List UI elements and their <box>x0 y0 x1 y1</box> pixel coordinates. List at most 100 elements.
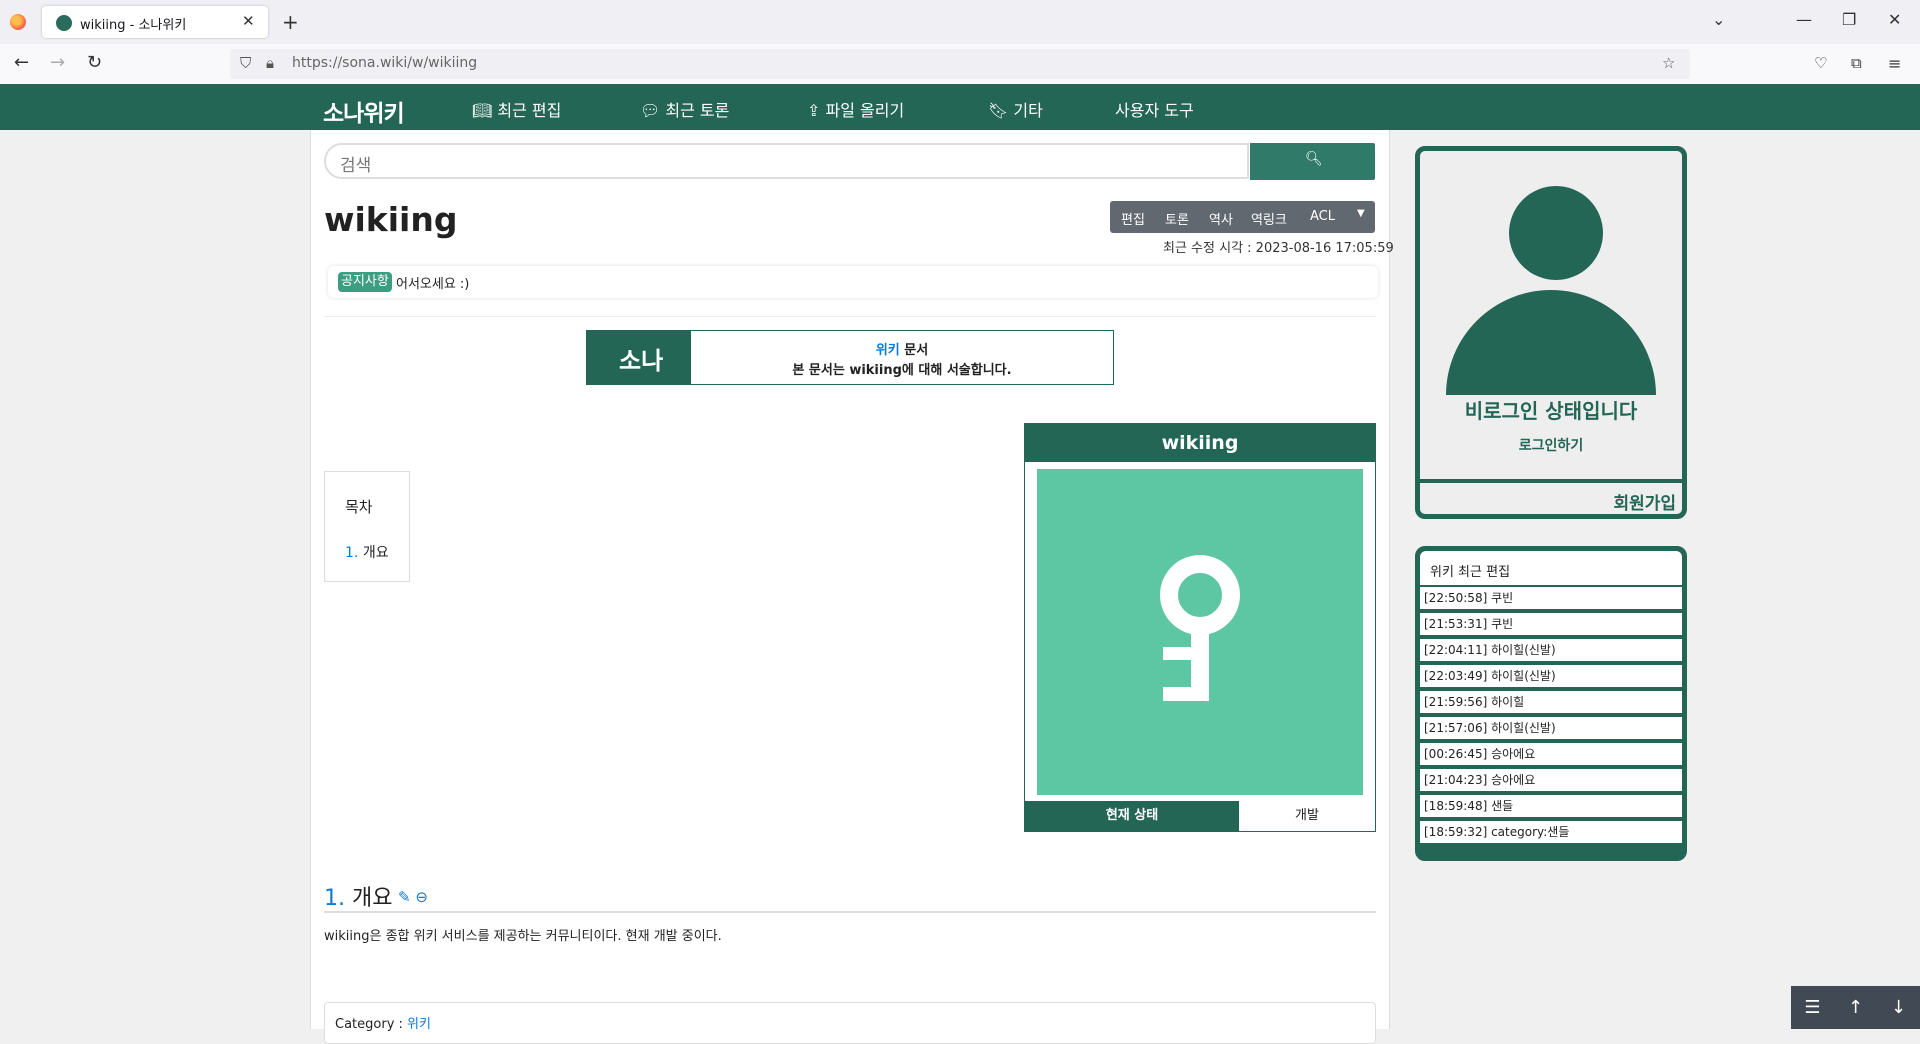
signup-link[interactable]: 회원가입 <box>1420 489 1676 514</box>
category-box: Category : 위키 <box>324 1002 1376 1044</box>
banner-line-1-rest: 문서 <box>899 343 929 358</box>
comments-icon: 💬︎ <box>640 101 661 120</box>
browser-nav-bar: ← → ↻ ⛉ 🔒︎ https://sona.wiki/w/wikiing ☆… <box>0 44 1920 85</box>
close-tab-icon[interactable]: ✕ <box>242 12 255 30</box>
section-heading: 1. 개요 <box>324 880 392 912</box>
menu-icon[interactable]: ≡ <box>1888 54 1901 73</box>
search-placeholder: 검색 <box>340 156 372 176</box>
toc-toggle-icon[interactable]: ☰ <box>1791 986 1834 1029</box>
acl-button[interactable]: ACL <box>1310 209 1335 224</box>
search-icon: 🔍︎ <box>1305 151 1323 167</box>
toc-item-number[interactable]: 1. <box>345 545 358 561</box>
url-text[interactable]: https://sona.wiki/w/wikiing <box>292 55 477 71</box>
section-divider <box>324 911 1376 913</box>
recent-edit-item[interactable]: [22:03:49] 하이힐(신발) <box>1420 665 1682 687</box>
menu-label: 최근 편집 <box>497 101 562 120</box>
lock-icon[interactable]: 🔒︎ <box>266 54 274 72</box>
table-of-contents: 목차 1. 개요 <box>324 471 410 582</box>
section-tools: ✎ ⊖ <box>398 888 428 906</box>
browser-tab-bar: wikiing - 소나위키 ✕ + ⌄ — ❐ ✕ <box>0 0 1920 44</box>
pencil-icon[interactable]: ✎ <box>398 888 411 906</box>
profile-divider <box>1420 479 1682 483</box>
recent-edit-item[interactable]: [21:57:06] 하이힐(신발) <box>1420 717 1682 739</box>
login-link[interactable]: 로그인하기 <box>1420 435 1682 455</box>
bookmark-star-icon[interactable]: ☆ <box>1662 54 1675 72</box>
site-favicon-icon <box>56 15 72 31</box>
recent-edit-item[interactable]: [18:59:32] category:샌들 <box>1420 821 1682 843</box>
restore-icon[interactable]: ❐ <box>1842 10 1856 29</box>
notice-bar: 공지사항 어서오세요 :) <box>328 266 1378 298</box>
section-body: wikiing은 종합 위키 서비스를 제공하는 커뮤니티이다. 현재 개발 중… <box>324 929 722 944</box>
infobox-title: wikiing <box>1025 424 1375 462</box>
recent-edit-item[interactable]: [22:50:58] 쿠빈 <box>1420 587 1682 609</box>
banner-line-1: 위키 문서 <box>691 339 1113 358</box>
new-tab-icon[interactable]: + <box>282 10 299 34</box>
extensions-icon[interactable]: ⧉ <box>1851 54 1862 72</box>
scroll-down-icon[interactable]: ↓ <box>1877 986 1920 1029</box>
page-toolbar: 편집 토론 역사 역링크 ACL ▼ <box>1110 201 1375 233</box>
key-icon <box>1160 555 1240 701</box>
menu-recent-edits[interactable]: 📖︎ 최근 편집 <box>472 97 561 121</box>
recent-edit-item[interactable]: [00:26:45] 승아에요 <box>1420 743 1682 765</box>
recent-edits-title: 위키 최근 편집 <box>1420 551 1682 585</box>
bookmark-icon: 🔖︎ <box>988 101 1009 120</box>
wiki-link[interactable]: 위키 <box>876 343 900 358</box>
menu-label: 사용자 도구 <box>1115 101 1194 120</box>
edit-button[interactable]: 편집 <box>1121 209 1145 228</box>
banner-logo-box: 소나 <box>587 331 691 384</box>
upload-icon: ⇪ <box>807 101 821 120</box>
divider <box>324 316 1376 317</box>
backlinks-button[interactable]: 역링크 <box>1251 209 1287 228</box>
recent-edit-item[interactable]: [22:04:11] 하이힐(신발) <box>1420 639 1682 661</box>
menu-user-tools[interactable]: 사용자 도구 <box>1115 97 1194 121</box>
category-text: Category : 위키 <box>335 1013 431 1032</box>
search-input[interactable]: 검색 <box>324 143 1249 179</box>
discussion-button[interactable]: 토론 <box>1165 209 1189 228</box>
tab-list-icon[interactable]: ⌄ <box>1712 10 1725 29</box>
site-header: 소나위키 📖︎ 최근 편집 💬︎ 최근 토론 ⇪ 파일 올리기 🔖︎ 기타 사용… <box>0 84 1920 130</box>
reload-icon[interactable]: ↻ <box>87 52 102 73</box>
search-button[interactable]: 🔍︎ <box>1250 143 1375 180</box>
category-label: Category : <box>335 1017 408 1032</box>
menu-label: 최근 토론 <box>665 101 730 120</box>
recent-edits-panel: 위키 최근 편집 [22:50:58] 쿠빈 [21:53:31] 쿠빈 [22… <box>1415 546 1687 861</box>
toc-title: 목차 <box>345 498 373 516</box>
tab-development[interactable]: 개발 <box>1239 801 1375 831</box>
recent-edits-title-text: 위키 최근 편집 <box>1430 565 1511 580</box>
menu-upload-file[interactable]: ⇪ 파일 올리기 <box>807 97 904 121</box>
banner-line-2: 본 문서는 wikiing에 대해 서술합니다. <box>792 363 1012 378</box>
tab-current-status[interactable]: 현재 상태 <box>1025 801 1239 831</box>
site-logo[interactable]: 소나위키 <box>323 94 405 128</box>
menu-recent-discussions[interactable]: 💬︎ 최근 토론 <box>640 97 729 121</box>
notice-badge: 공지사항 <box>338 272 392 292</box>
url-bar[interactable]: ⛉ 🔒︎ https://sona.wiki/w/wikiing ☆ <box>230 49 1690 79</box>
pocket-icon[interactable]: ♡ <box>1814 54 1827 72</box>
book-icon: 📖︎ <box>472 101 493 120</box>
login-status: 비로그인 상태입니다 <box>1464 399 1638 423</box>
recent-edit-item[interactable]: [21:53:31] 쿠빈 <box>1420 613 1682 635</box>
collapse-icon[interactable]: ⊖ <box>415 888 428 906</box>
shield-icon[interactable]: ⛉ <box>240 54 251 72</box>
close-window-icon[interactable]: ✕ <box>1888 10 1901 29</box>
forward-icon[interactable]: → <box>50 52 65 73</box>
tab-title: wikiing - 소나위키 <box>80 18 187 33</box>
scroll-up-icon[interactable]: ↑ <box>1834 986 1877 1029</box>
sona-logo-icon: 소나 <box>619 347 664 375</box>
firefox-icon[interactable] <box>10 14 26 30</box>
recent-edit-item[interactable]: [18:59:48] 샌들 <box>1420 795 1682 817</box>
history-button[interactable]: 역사 <box>1209 209 1233 228</box>
recent-edit-item[interactable]: [21:04:23] 승아에요 <box>1420 769 1682 791</box>
menu-etc[interactable]: 🔖︎ 기타 <box>988 97 1043 121</box>
section-number[interactable]: 1. <box>324 886 345 911</box>
toc-item[interactable]: 1. 개요 <box>345 542 389 562</box>
minimize-icon[interactable]: — <box>1796 10 1812 29</box>
menu-label: 파일 올리기 <box>825 101 905 120</box>
back-icon[interactable]: ← <box>14 52 29 73</box>
document-banner: 소나 위키 문서 본 문서는 wikiing에 대해 서술합니다. <box>586 330 1114 385</box>
recent-edit-item[interactable]: [21:59:56] 하이힐 <box>1420 691 1682 713</box>
page-title: wikiing <box>324 200 458 239</box>
infobox: wikiing 현재 상태 개발 <box>1024 423 1376 832</box>
browser-tab[interactable]: wikiing - 소나위키 ✕ <box>42 6 268 38</box>
category-link[interactable]: 위키 <box>407 1017 431 1032</box>
caret-down-icon[interactable]: ▼ <box>1357 208 1365 219</box>
